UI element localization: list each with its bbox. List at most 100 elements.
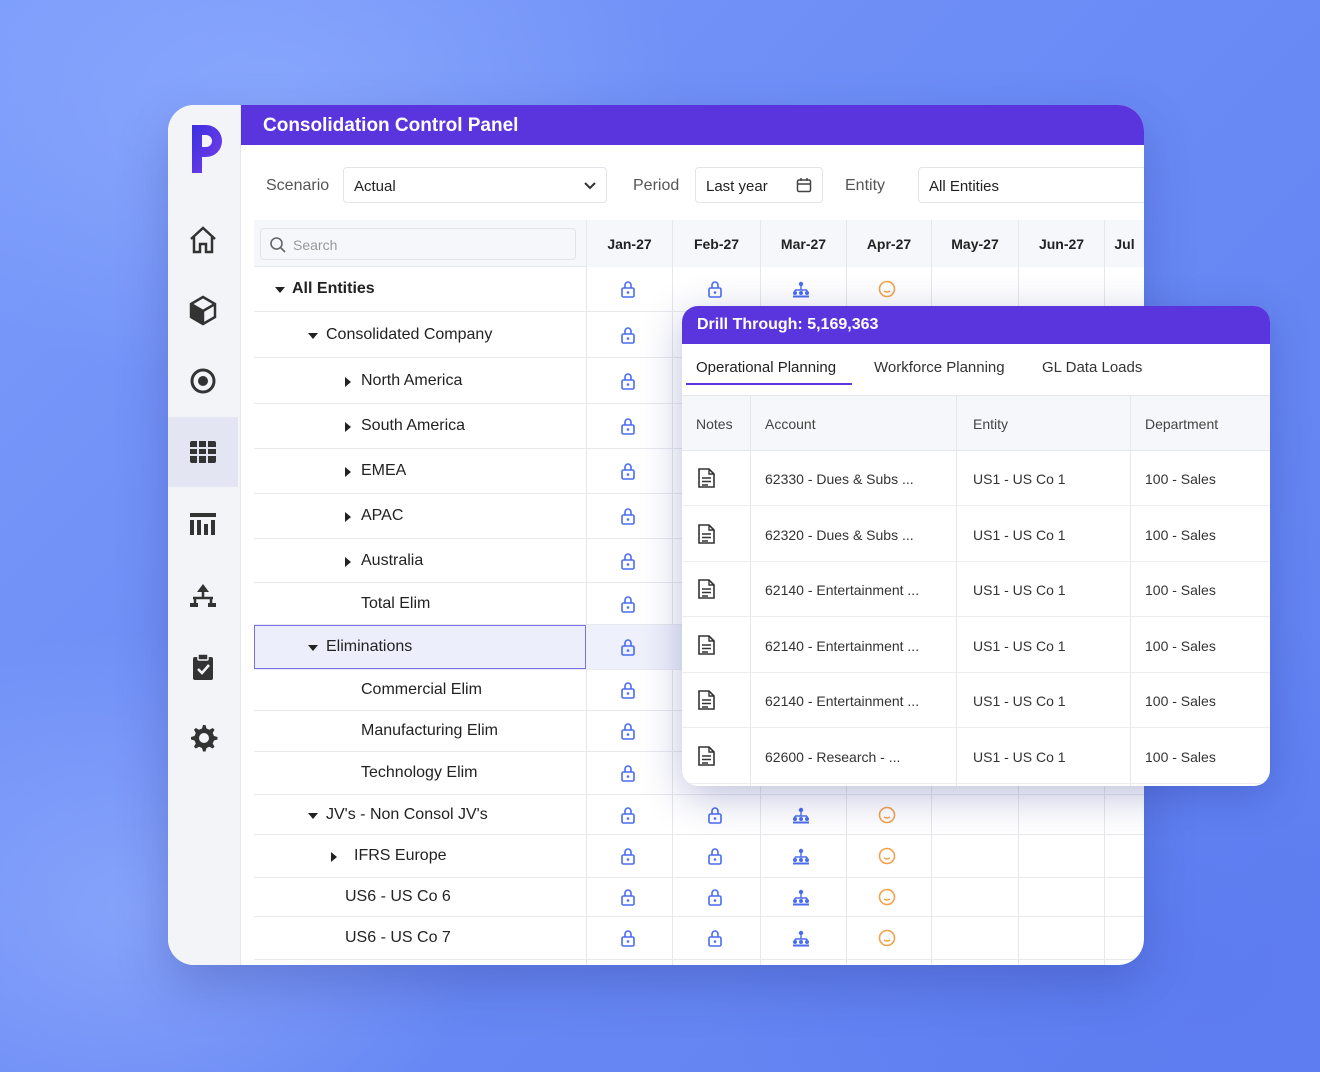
calendar-icon <box>796 178 812 193</box>
lock-icon[interactable] <box>618 680 638 700</box>
pending-icon[interactable] <box>877 805 897 825</box>
pending-icon[interactable] <box>877 279 897 299</box>
tab-workforce-planning[interactable]: Workforce Planning <box>874 359 1005 376</box>
search-input[interactable]: Search <box>260 228 576 260</box>
lock-icon[interactable] <box>618 461 638 481</box>
lock-icon[interactable] <box>618 763 638 783</box>
nav-goals[interactable] <box>168 346 238 416</box>
entity-select[interactable]: All Entities <box>918 167 1144 203</box>
tab-gl-data-loads[interactable]: GL Data Loads <box>1042 359 1142 376</box>
lock-icon[interactable] <box>618 887 638 907</box>
caret-right-icon[interactable] <box>328 850 340 862</box>
scenario-value: Actual <box>354 178 396 195</box>
column-header[interactable]: Feb-27 <box>672 220 760 267</box>
table-row[interactable]: IFRS Europe <box>254 835 1144 878</box>
row-label: Manufacturing Elim <box>361 722 498 739</box>
note-document-icon[interactable] <box>696 634 716 656</box>
caret-right-icon[interactable] <box>342 420 354 432</box>
drill-table-row[interactable]: 62320 - Dues & Subs ... US1 - US Co 1 100 … <box>682 507 1270 562</box>
note-document-icon[interactable] <box>696 689 716 711</box>
org-chart-icon[interactable] <box>791 846 811 866</box>
lock-icon[interactable] <box>618 928 638 948</box>
lock-icon[interactable] <box>618 805 638 825</box>
row-label: US6 - US Co 6 <box>345 888 451 905</box>
lock-icon[interactable] <box>705 887 725 907</box>
grid-icon <box>190 441 216 463</box>
drill-table-row[interactable]: 62140 - Entertainment ... US1 - US Co 1 10… <box>682 562 1270 617</box>
lock-icon[interactable] <box>705 805 725 825</box>
drill-table-row[interactable]: 62140 - Entertainment ... US1 - US Co 1 10… <box>682 618 1270 673</box>
drill-title: Drill Through: 5,169,363 <box>682 306 1270 344</box>
org-chart-icon[interactable] <box>791 279 811 299</box>
nav-tasks[interactable] <box>168 632 238 702</box>
nav-home[interactable] <box>168 205 238 275</box>
org-chart-icon[interactable] <box>791 805 811 825</box>
lock-icon[interactable] <box>618 371 638 391</box>
period-picker[interactable]: Last year <box>695 167 823 203</box>
table-row[interactable]: US6 - US Co 6 <box>254 878 1144 917</box>
lock-icon[interactable] <box>618 551 638 571</box>
scenario-select[interactable]: Actual <box>343 167 607 203</box>
drill-table-row[interactable]: 62140 - Entertainment ... US1 - US Co 1 10… <box>682 673 1270 728</box>
note-document-icon[interactable] <box>696 467 716 489</box>
table-row[interactable]: JV's - Non Consol JV's <box>254 795 1144 835</box>
pending-icon[interactable] <box>877 887 897 907</box>
nav-models[interactable] <box>168 275 238 345</box>
pending-icon[interactable] <box>877 928 897 948</box>
active-tab-indicator <box>686 383 852 385</box>
lock-icon[interactable] <box>705 846 725 866</box>
lock-icon[interactable] <box>618 637 638 657</box>
column-header[interactable]: Apr-27 <box>846 220 931 267</box>
lock-icon[interactable] <box>618 325 638 345</box>
drill-table-row[interactable]: 62330 - Dues & Subs ... US1 - US Co 1 100 … <box>682 451 1270 506</box>
lock-icon[interactable] <box>618 279 638 299</box>
org-chart-icon[interactable] <box>791 887 811 907</box>
lock-icon[interactable] <box>618 721 638 741</box>
lock-icon[interactable] <box>618 416 638 436</box>
entity-cell: US1 - US Co 1 <box>973 637 1066 654</box>
lock-icon[interactable] <box>618 846 638 866</box>
table-row[interactable]: US6 - US Co 7 <box>254 917 1144 960</box>
pending-icon[interactable] <box>877 846 897 866</box>
department-cell: 100 - Sales <box>1145 748 1216 765</box>
lock-icon[interactable] <box>618 506 638 526</box>
nav-reports[interactable] <box>168 489 238 559</box>
lock-icon[interactable] <box>705 279 725 299</box>
note-document-icon[interactable] <box>696 523 716 545</box>
column-header[interactable]: May-27 <box>931 220 1018 267</box>
note-document-icon[interactable] <box>696 745 716 767</box>
nav-grid[interactable] <box>168 417 238 487</box>
header-account: Account <box>765 416 816 432</box>
row-label: Eliminations <box>326 638 413 655</box>
entity-cell: US1 - US Co 1 <box>973 748 1066 765</box>
caret-down-icon[interactable] <box>307 641 319 653</box>
drill-tabs: Operational Planning Workforce Planning … <box>682 344 1270 396</box>
nav-hierarchy[interactable] <box>168 560 238 630</box>
entity-cell: US1 - US Co 1 <box>973 471 1066 487</box>
account-cell: 62600 - Research - ... <box>765 748 901 765</box>
caret-down-icon[interactable] <box>307 809 319 821</box>
row-label: JV's - Non Consol JV's <box>326 805 488 823</box>
column-header[interactable]: Jan-27 <box>586 220 672 267</box>
org-chart-icon[interactable] <box>791 928 811 948</box>
caret-down-icon[interactable] <box>307 329 319 341</box>
lock-icon[interactable] <box>618 594 638 614</box>
column-header[interactable]: Mar-27 <box>760 220 846 267</box>
caret-right-icon[interactable] <box>342 465 354 477</box>
caret-right-icon[interactable] <box>342 510 354 522</box>
caret-right-icon[interactable] <box>342 375 354 387</box>
drill-table-row[interactable]: 62600 - Research - ... US1 - US Co 1 100 -… <box>682 729 1270 784</box>
caret-right-icon[interactable] <box>342 555 354 567</box>
column-header[interactable]: Jun-27 <box>1018 220 1104 267</box>
lock-icon[interactable] <box>705 928 725 948</box>
page-title: Consolidation Control Panel <box>241 105 1144 145</box>
column-header[interactable]: Jul <box>1104 220 1144 267</box>
report-icon <box>190 513 216 535</box>
nav-settings[interactable] <box>168 703 238 773</box>
tab-operational-planning[interactable]: Operational Planning <box>696 359 836 376</box>
note-document-icon[interactable] <box>696 578 716 600</box>
caret-down-icon[interactable] <box>274 283 286 295</box>
entity-value: All Entities <box>929 178 1000 195</box>
chevron-down-icon <box>584 182 596 190</box>
scenario-label: Scenario <box>266 177 330 194</box>
